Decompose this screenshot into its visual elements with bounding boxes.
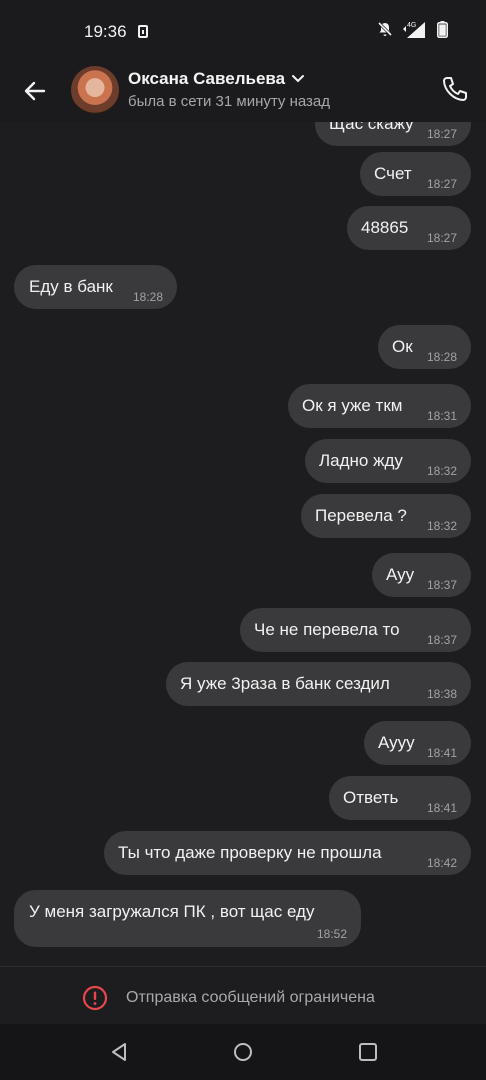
status-time: 19:36 <box>84 22 127 41</box>
message-bubble-outgoing[interactable]: Ответь 18:41 <box>329 776 471 820</box>
message-time: 18:41 <box>426 801 457 815</box>
message-bubble-outgoing[interactable]: Щас скажу 18:27 <box>315 122 471 146</box>
message-text: У меня загружался ПК , вот щас еду <box>29 902 315 921</box>
contact-name-row[interactable]: Оксана Савельева <box>128 69 305 89</box>
nav-recents-icon[interactable] <box>356 1040 380 1064</box>
message-bubble-outgoing[interactable]: Ладно жду 18:32 <box>305 439 471 483</box>
message-time: 18:27 <box>426 177 457 191</box>
message-time: 18:28 <box>426 350 457 364</box>
message-text: 48865 <box>361 218 409 237</box>
message-text: Перевела ? <box>315 506 407 525</box>
message-time: 18:38 <box>426 687 457 701</box>
system-nav-bar <box>0 1024 486 1080</box>
message-time: 18:52 <box>316 927 347 941</box>
message-text: Че не перевела то <box>254 620 400 639</box>
notification-icon <box>138 25 148 38</box>
chat-header: Оксана Савельева была в сети 31 минуту н… <box>0 62 486 123</box>
contact-name[interactable]: Оксана Савельева <box>128 69 285 89</box>
signal-4g-icon: 4G <box>403 22 425 38</box>
network-type-label: 4G <box>407 22 416 29</box>
chevron-down-icon[interactable] <box>291 74 305 84</box>
message-time: 18:31 <box>426 409 457 423</box>
message-time: 18:42 <box>426 856 457 870</box>
message-bubble-outgoing[interactable]: Ты что даже проверку не прошла 18:42 <box>104 831 471 875</box>
message-bubble-outgoing[interactable]: Я уже 3раза в банк сездил 18:38 <box>166 662 471 706</box>
message-bubble-outgoing[interactable]: Ауу 18:37 <box>372 553 471 597</box>
message-text: Ок <box>392 337 413 356</box>
message-text: Я уже 3раза в банк сездил <box>180 674 390 693</box>
restriction-text: Отправка сообщений ограничена <box>126 989 375 1006</box>
message-time: 18:27 <box>426 231 457 245</box>
mute-bell-icon <box>377 21 393 37</box>
message-bubble-outgoing[interactable]: Ок 18:28 <box>378 325 471 369</box>
message-bubble-outgoing[interactable]: 48865 18:27 <box>347 206 471 250</box>
message-bubble-outgoing[interactable]: Че не перевела то 18:37 <box>240 608 471 652</box>
message-text: Ответь <box>343 788 399 807</box>
chat-message-list[interactable]: Щас скажу 18:27 Счет 18:27 48865 18:27 Е… <box>0 122 486 966</box>
message-text: Счет <box>374 164 412 183</box>
message-text: Ладно жду <box>319 451 403 470</box>
status-bar: 19:36 4G <box>0 0 486 62</box>
battery-icon <box>437 20 448 38</box>
message-time: 18:32 <box>426 464 457 478</box>
message-bubble-incoming[interactable]: У меня загружался ПК , вот щас еду 18:52 <box>14 890 361 947</box>
message-time: 18:28 <box>132 290 163 304</box>
status-icons: 4G <box>377 20 448 38</box>
message-time: 18:37 <box>426 633 457 647</box>
nav-back-icon[interactable] <box>107 1040 131 1064</box>
message-text: Еду в банк <box>29 277 113 296</box>
message-time: 18:37 <box>426 578 457 592</box>
nav-home-icon[interactable] <box>231 1040 255 1064</box>
phone-call-icon[interactable] <box>440 74 470 104</box>
warning-icon <box>82 985 108 1011</box>
message-bubble-incoming[interactable]: Еду в банк 18:28 <box>14 265 177 309</box>
restriction-notice: Отправка сообщений ограничена <box>82 985 375 1011</box>
message-bubble-outgoing[interactable]: Перевела ? 18:32 <box>301 494 471 538</box>
back-arrow-icon[interactable] <box>18 74 52 108</box>
message-bubble-outgoing[interactable]: Счет 18:27 <box>360 152 471 196</box>
message-text: Ок я уже ткм <box>302 396 403 415</box>
message-text: Аууу <box>378 733 415 752</box>
message-text: Ты что даже проверку не прошла <box>118 843 382 862</box>
contact-avatar[interactable] <box>71 66 119 114</box>
message-time: 18:32 <box>426 519 457 533</box>
last-seen-status: была в сети 31 минуту назад <box>128 93 330 110</box>
message-time: 18:27 <box>426 127 457 141</box>
message-text: Щас скажу <box>329 122 414 133</box>
message-bubble-outgoing[interactable]: Ок я уже ткм 18:31 <box>288 384 471 428</box>
message-time: 18:41 <box>426 746 457 760</box>
message-bubble-outgoing[interactable]: Аууу 18:41 <box>364 721 471 765</box>
message-text: Ауу <box>386 565 415 584</box>
composer-restricted-bar: Отправка сообщений ограничена <box>0 966 486 1025</box>
